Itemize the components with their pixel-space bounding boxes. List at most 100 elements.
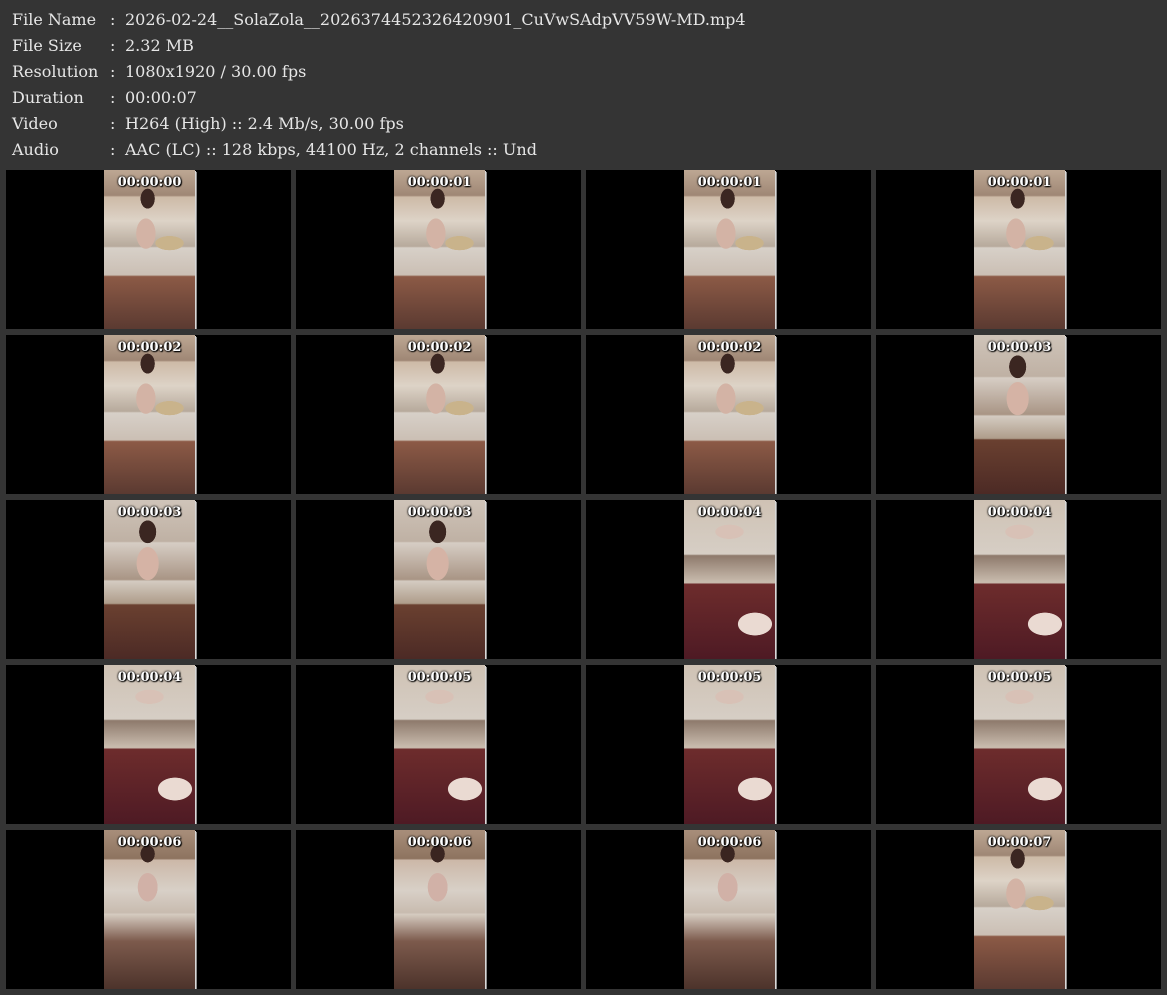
thumbnail-timestamp: 00:00:05 — [987, 670, 1052, 685]
video-frame — [394, 170, 485, 329]
thumbnail-timestamp: 00:00:03 — [987, 340, 1052, 355]
video-frame — [974, 830, 1065, 989]
thumbnail-cell[interactable]: 00:00:02 — [586, 335, 871, 494]
meta-value: 2.32 MB — [125, 36, 194, 55]
meta-label: Resolution — [12, 62, 99, 81]
meta-audio-row: Audio : AAC (LC) :: 128 kbps, 44100 Hz, … — [0, 137, 1167, 163]
thumbnail-cell[interactable]: 00:00:04 — [876, 500, 1161, 659]
thumbnail-timestamp: 00:00:05 — [407, 670, 472, 685]
video-frame — [104, 665, 195, 824]
meta-label: File Name — [12, 10, 97, 29]
meta-duration-row: Duration : 00:00:07 — [0, 85, 1167, 111]
meta-value: H264 (High) :: 2.4 Mb/s, 30.00 fps — [125, 114, 404, 133]
video-frame — [394, 500, 485, 659]
meta-separator: : — [110, 114, 116, 133]
thumbnail-cell[interactable]: 00:00:03 — [876, 335, 1161, 494]
meta-resolution-row: Resolution : 1080x1920 / 30.00 fps — [0, 59, 1167, 85]
thumbnail-cell[interactable]: 00:00:03 — [6, 500, 291, 659]
thumbnail-timestamp: 00:00:06 — [117, 835, 182, 850]
video-frame — [974, 170, 1065, 329]
thumbnail-cell[interactable]: 00:00:05 — [586, 665, 871, 824]
meta-separator: : — [110, 36, 116, 55]
thumbnail-image: 00:00:04 — [974, 500, 1065, 659]
video-frame — [394, 335, 485, 494]
thumbnail-image: 00:00:02 — [394, 335, 485, 494]
thumbnail-timestamp: 00:00:00 — [117, 175, 182, 190]
thumbnail-cell[interactable]: 00:00:01 — [876, 170, 1161, 329]
thumbnail-grid: 00:00:00 00:00:01 00:00:01 00:00:01 00:0… — [0, 166, 1167, 995]
thumbnail-cell[interactable]: 00:00:07 — [876, 830, 1161, 989]
video-frame — [394, 665, 485, 824]
thumbnail-timestamp: 00:00:01 — [987, 175, 1052, 190]
video-frame — [684, 335, 775, 494]
thumbnail-timestamp: 00:00:01 — [407, 175, 472, 190]
meta-separator: : — [110, 140, 116, 159]
thumbnail-timestamp: 00:00:03 — [117, 505, 182, 520]
thumbnail-cell[interactable]: 00:00:04 — [586, 500, 871, 659]
thumbnail-image: 00:00:06 — [104, 830, 195, 989]
thumbnail-cell[interactable]: 00:00:06 — [586, 830, 871, 989]
thumbnail-cell[interactable]: 00:00:00 — [6, 170, 291, 329]
video-frame — [974, 665, 1065, 824]
meta-label: Duration — [12, 88, 84, 107]
video-frame — [974, 500, 1065, 659]
meta-value: 2026-02-24__SolaZola__202637445232642090… — [125, 10, 746, 29]
thumbnail-image: 00:00:05 — [394, 665, 485, 824]
thumbnail-cell[interactable]: 00:00:02 — [6, 335, 291, 494]
thumbnail-image: 00:00:03 — [394, 500, 485, 659]
thumbnail-image: 00:00:05 — [684, 665, 775, 824]
meta-file-size-row: File Size : 2.32 MB — [0, 33, 1167, 59]
video-frame — [104, 170, 195, 329]
thumbnail-timestamp: 00:00:01 — [697, 175, 762, 190]
thumbnail-cell[interactable]: 00:00:03 — [296, 500, 581, 659]
thumbnail-cell[interactable]: 00:00:05 — [876, 665, 1161, 824]
thumbnail-image: 00:00:05 — [974, 665, 1065, 824]
thumbnail-image: 00:00:06 — [684, 830, 775, 989]
meta-separator: : — [110, 88, 116, 107]
thumbnail-image: 00:00:04 — [104, 665, 195, 824]
thumbnail-timestamp: 00:00:07 — [987, 835, 1052, 850]
thumbnail-image: 00:00:06 — [394, 830, 485, 989]
thumbnail-cell[interactable]: 00:00:06 — [296, 830, 581, 989]
video-frame — [104, 500, 195, 659]
thumbnail-timestamp: 00:00:02 — [697, 340, 762, 355]
meta-separator: : — [110, 62, 116, 81]
meta-value: 1080x1920 / 30.00 fps — [125, 62, 307, 81]
thumbnail-cell[interactable]: 00:00:06 — [6, 830, 291, 989]
thumbnail-image: 00:00:01 — [974, 170, 1065, 329]
meta-value: AAC (LC) :: 128 kbps, 44100 Hz, 2 channe… — [125, 140, 537, 159]
thumbnail-cell[interactable]: 00:00:01 — [586, 170, 871, 329]
thumbnail-timestamp: 00:00:02 — [117, 340, 182, 355]
video-frame — [684, 665, 775, 824]
meta-file-name-row: File Name : 2026-02-24__SolaZola__202637… — [0, 7, 1167, 33]
media-info-header: File Name : 2026-02-24__SolaZola__202637… — [0, 0, 1167, 166]
thumbnail-image: 00:00:00 — [104, 170, 195, 329]
video-frame — [104, 335, 195, 494]
thumbnail-image: 00:00:01 — [394, 170, 485, 329]
meta-label: File Size — [12, 36, 82, 55]
thumbnail-timestamp: 00:00:05 — [697, 670, 762, 685]
meta-separator: : — [110, 10, 116, 29]
thumbnail-timestamp: 00:00:06 — [407, 835, 472, 850]
thumbnail-cell[interactable]: 00:00:04 — [6, 665, 291, 824]
video-frame — [684, 830, 775, 989]
thumbnail-image: 00:00:02 — [104, 335, 195, 494]
thumbnail-timestamp: 00:00:03 — [407, 505, 472, 520]
meta-label: Video — [12, 114, 58, 133]
thumbnail-image: 00:00:04 — [684, 500, 775, 659]
thumbnail-image: 00:00:03 — [974, 335, 1065, 494]
meta-value: 00:00:07 — [125, 88, 197, 107]
thumbnail-timestamp: 00:00:04 — [987, 505, 1052, 520]
thumbnail-cell[interactable]: 00:00:01 — [296, 170, 581, 329]
meta-video-row: Video : H264 (High) :: 2.4 Mb/s, 30.00 f… — [0, 111, 1167, 137]
video-frame — [684, 500, 775, 659]
video-frame — [974, 335, 1065, 494]
thumbnail-cell[interactable]: 00:00:05 — [296, 665, 581, 824]
thumbnail-image: 00:00:02 — [684, 335, 775, 494]
thumbnail-image: 00:00:03 — [104, 500, 195, 659]
thumbnail-timestamp: 00:00:02 — [407, 340, 472, 355]
thumbnail-timestamp: 00:00:04 — [697, 505, 762, 520]
video-frame — [104, 830, 195, 989]
thumbnail-image: 00:00:01 — [684, 170, 775, 329]
thumbnail-cell[interactable]: 00:00:02 — [296, 335, 581, 494]
